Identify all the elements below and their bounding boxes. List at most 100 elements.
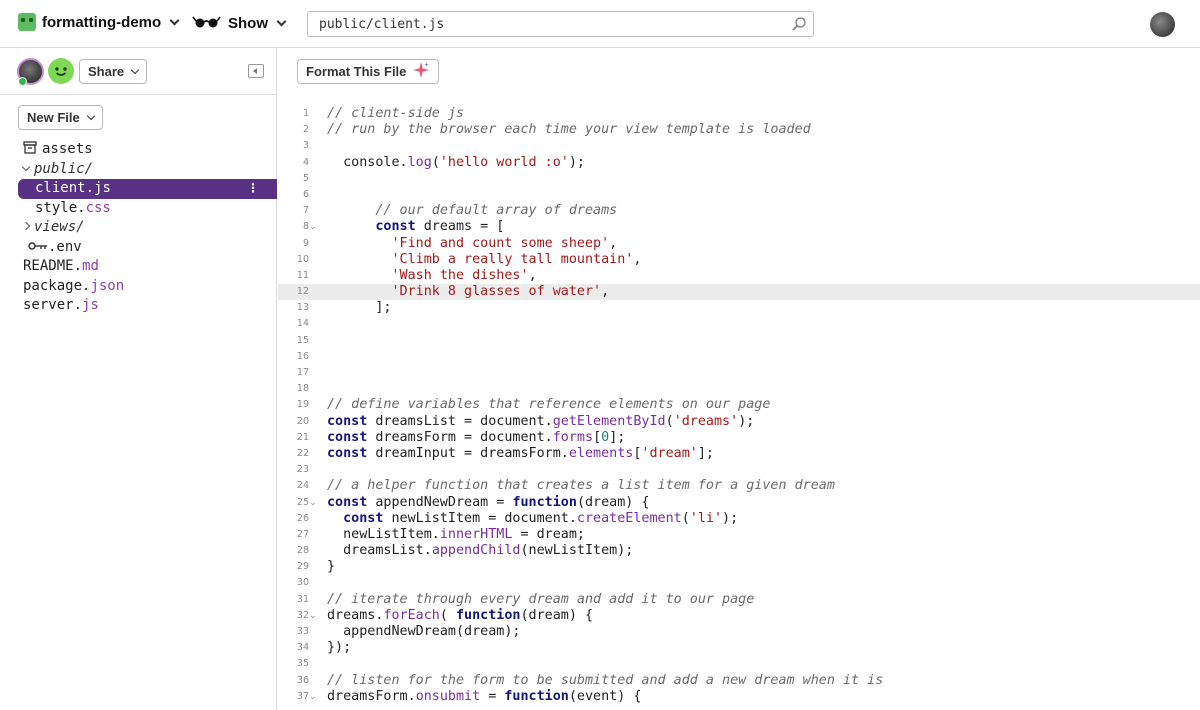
file-tree-item[interactable]: assets bbox=[0, 140, 277, 160]
code-string: 'Wash the dishes' bbox=[391, 267, 529, 283]
code-line[interactable]: 25 ⌄ const appendNewDream = function(dream… bbox=[278, 495, 1200, 511]
file-extension: md bbox=[82, 258, 99, 274]
fold-chevron-icon[interactable]: ⌄ bbox=[309, 608, 317, 624]
code-line[interactable]: 22 const dreamInput = dreamsForm.elements… bbox=[278, 446, 1200, 462]
code-text: const dreamInput = dreamsForm.elements['… bbox=[327, 446, 714, 462]
search-input[interactable] bbox=[308, 12, 778, 36]
fold-chevron-icon[interactable]: ⌄ bbox=[309, 495, 317, 511]
code-line[interactable]: 1 // client-side js bbox=[278, 106, 1200, 122]
line-number: 1 bbox=[302, 108, 309, 119]
file-tree-item[interactable]: style.css bbox=[0, 199, 277, 219]
line-number: 29 bbox=[296, 561, 309, 573]
code-text: ( bbox=[439, 607, 456, 623]
line-number: 11 bbox=[296, 269, 309, 281]
share-button[interactable]: Share bbox=[79, 59, 148, 84]
line-number: 16 bbox=[296, 350, 309, 362]
code-comment: // a helper function that creates a list… bbox=[327, 478, 835, 494]
line-number: 24 bbox=[296, 480, 309, 492]
chevron-down-icon[interactable] bbox=[21, 162, 31, 171]
code-text: const appendNewDream = function(dream) { bbox=[327, 495, 650, 511]
code-line[interactable]: 23 bbox=[278, 462, 1200, 478]
code-text: const dreams = [ bbox=[327, 219, 504, 235]
code-line[interactable]: 19 // define variables that reference ele… bbox=[278, 397, 1200, 413]
file-tree-item[interactable]: views/ bbox=[0, 218, 277, 238]
new-file-button[interactable]: New File bbox=[18, 105, 103, 130]
code-line[interactable]: 14 bbox=[278, 316, 1200, 332]
code-line[interactable]: 13 ]; bbox=[278, 300, 1200, 316]
code-line[interactable]: 12 'Drink 8 glasses of water', bbox=[278, 284, 1200, 301]
code-line[interactable]: 2 // run by the browser each time your vi… bbox=[278, 122, 1200, 138]
fold-chevron-icon[interactable]: ⌄ bbox=[309, 219, 317, 235]
code-text: dreams. bbox=[327, 607, 384, 623]
code-text: ( bbox=[431, 154, 440, 170]
format-file-button[interactable]: Format This File bbox=[297, 59, 440, 84]
code-string: 'Climb a really tall mountain' bbox=[391, 251, 634, 267]
code-line[interactable]: 11 'Wash the dishes', bbox=[278, 268, 1200, 284]
project-menu[interactable]: formatting-demo bbox=[18, 13, 180, 31]
code-line[interactable]: 7 // our default array of dreams bbox=[278, 203, 1200, 219]
code-line[interactable]: 4 console.log('hello world :o'); bbox=[278, 155, 1200, 171]
code-line[interactable]: 34}); bbox=[278, 640, 1200, 656]
code-line[interactable]: 6 bbox=[278, 187, 1200, 203]
user-avatar[interactable] bbox=[1150, 12, 1175, 37]
code-line[interactable]: 27 newListItem.innerHTML = dream; bbox=[278, 527, 1200, 543]
file-tree-item[interactable]: package.json bbox=[0, 277, 277, 297]
code-keyword: const bbox=[327, 445, 368, 461]
code-text: [ bbox=[593, 429, 602, 445]
code-text: appendNewDream(dream); bbox=[327, 624, 521, 639]
code-line[interactable]: 24 // a helper function that creates a li… bbox=[278, 478, 1200, 494]
line-number: 30 bbox=[296, 577, 309, 589]
show-menu[interactable]: Show bbox=[192, 13, 287, 34]
code-line[interactable]: 15 bbox=[278, 333, 1200, 349]
code-line[interactable]: 5 bbox=[278, 171, 1200, 187]
code-line[interactable]: 36 // listen for the form to be submitted… bbox=[278, 673, 1200, 689]
code-keyword: function bbox=[512, 494, 577, 510]
code-line[interactable]: 17 bbox=[278, 365, 1200, 381]
code-text: dreams = [ bbox=[415, 219, 505, 235]
code-line[interactable]: 8 ⌄ const dreams = [ bbox=[278, 219, 1200, 235]
avatar[interactable] bbox=[48, 58, 74, 84]
code-line[interactable]: 28 dreamsList.appendChild(newListItem); bbox=[278, 543, 1200, 559]
code-text: // a helper function that creates a list… bbox=[327, 478, 835, 494]
code-text: (dream) { bbox=[576, 494, 650, 510]
file-tree-item[interactable]: README.md bbox=[0, 257, 277, 277]
chevron-down-icon bbox=[169, 15, 180, 25]
code-line[interactable]: 10 'Climb a really tall mountain', bbox=[278, 252, 1200, 268]
code-area[interactable]: 1 // client-side js 2 // run by the browser… bbox=[278, 106, 1200, 705]
code-text: // client-side js bbox=[327, 106, 464, 122]
chevron-right-icon[interactable] bbox=[21, 221, 31, 231]
code-line[interactable]: 30 bbox=[278, 575, 1200, 591]
code-line[interactable]: 33 appendNewDream(dream); bbox=[278, 624, 1200, 640]
code-property: elements bbox=[568, 445, 634, 461]
file-tree-item[interactable]: client.js ⋮ bbox=[18, 179, 277, 199]
code-line[interactable]: 3 bbox=[278, 138, 1200, 154]
file-tree-item[interactable]: .env bbox=[0, 238, 277, 258]
code-line[interactable]: 16 bbox=[278, 349, 1200, 365]
code-line[interactable]: 18 bbox=[278, 381, 1200, 397]
code-line[interactable]: 29} bbox=[278, 559, 1200, 575]
file-tree-item[interactable]: server.js bbox=[0, 296, 277, 316]
line-number: 32 bbox=[296, 609, 309, 621]
code-line[interactable]: 21 const dreamsForm = document.forms[0]; bbox=[278, 430, 1200, 446]
fold-chevron-icon[interactable]: ⌄ bbox=[309, 689, 317, 705]
code-string: 'li' bbox=[689, 510, 723, 526]
code-line[interactable]: 37 ⌄ dreamsForm.onsubmit = function(event)… bbox=[278, 689, 1200, 705]
code-line[interactable]: 32 ⌄ dreams.forEach( function(dream) { bbox=[278, 608, 1200, 624]
line-number: 18 bbox=[296, 383, 309, 395]
collapse-sidebar-icon[interactable] bbox=[248, 64, 264, 78]
code-line[interactable]: 26 const newListItem = document.createEl… bbox=[278, 511, 1200, 527]
more-options-icon[interactable]: ⋮ bbox=[247, 179, 259, 199]
code-line[interactable]: 35 bbox=[278, 656, 1200, 672]
code-keyword: function bbox=[456, 607, 521, 623]
code-line[interactable]: 31 // iterate through every dream and add… bbox=[278, 592, 1200, 608]
code-string: 'dreams' bbox=[673, 413, 739, 429]
code-comment: // iterate through every dream and add i… bbox=[327, 591, 755, 607]
file-tree-item[interactable]: public/ bbox=[0, 160, 277, 180]
code-line[interactable]: 20 const dreamsList = document.getElement… bbox=[278, 414, 1200, 430]
code-line[interactable]: 9 'Find and count some sheep', bbox=[278, 236, 1200, 252]
search-icon[interactable] bbox=[791, 16, 807, 37]
line-number: 10 bbox=[296, 253, 309, 265]
